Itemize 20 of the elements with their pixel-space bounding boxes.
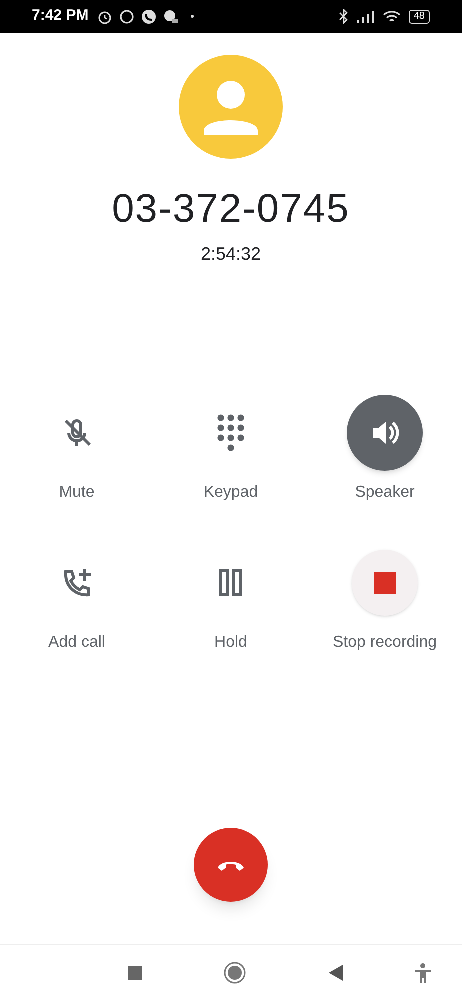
battery-indicator: 48 <box>408 10 430 24</box>
wifi-icon <box>382 10 401 24</box>
control-label: Add call <box>48 633 106 653</box>
stop-icon[interactable] <box>128 966 142 980</box>
status-time: 7:42 PM <box>32 6 89 26</box>
signal-icon <box>356 10 375 22</box>
call-duration: 2:54:32 <box>200 243 262 265</box>
circle-icon[interactable] <box>224 962 246 984</box>
back-icon[interactable] <box>329 964 343 980</box>
bluetooth-icon <box>338 9 349 24</box>
control-label: Keypad <box>204 483 258 503</box>
control-label: Stop recording <box>332 633 438 653</box>
control-label: Speaker <box>355 483 415 503</box>
stop-icon <box>374 572 396 594</box>
phone-number: 03-372-0745 <box>112 186 350 233</box>
accessibility-icon[interactable] <box>414 962 432 982</box>
phone-icon <box>140 8 157 24</box>
record-button[interactable] <box>352 550 418 616</box>
control-label: Mute <box>59 483 95 503</box>
control-label: Hold <box>214 633 248 653</box>
